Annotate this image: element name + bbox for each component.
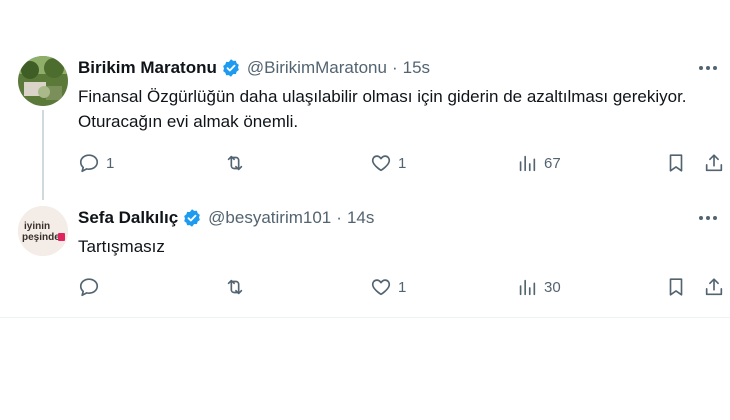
like-count: 1 [398, 278, 407, 296]
timestamp[interactable]: 15s [403, 58, 430, 78]
tweet-actions: 1 1 67 [78, 150, 730, 176]
views-button[interactable]: 67 [516, 150, 561, 176]
like-button[interactable]: 1 [370, 150, 406, 176]
share-button[interactable] [703, 274, 725, 300]
like-icon [371, 155, 391, 172]
tweet-header: Sefa Dalkılıç @besyatirim101 · 14s [78, 207, 374, 229]
retweet-button[interactable] [224, 150, 252, 176]
reply-icon [79, 154, 99, 173]
tweet-text: Tartışmasız [78, 237, 165, 256]
author-handle[interactable]: @besyatirim101 [208, 208, 331, 228]
avatar[interactable] [18, 56, 68, 106]
views-icon [519, 155, 536, 172]
retweet-icon [227, 155, 243, 171]
author-name[interactable]: Birikim Maratonu [78, 58, 217, 78]
reply-count: 1 [106, 154, 115, 172]
timestamp[interactable]: 14s [347, 208, 374, 228]
separator-dot: · [391, 58, 398, 77]
author-handle[interactable]: @BirikimMaratonu [247, 58, 387, 78]
retweet-icon [227, 279, 243, 295]
tweet[interactable]: Birikim Maratonu @BirikimMaratonu · 15s … [0, 0, 730, 200]
reply-icon [79, 278, 99, 297]
bookmark-button[interactable] [665, 150, 687, 176]
views-button[interactable]: 30 [516, 274, 561, 300]
tweet[interactable]: iyinin peşinde Sefa Dalkılıç @besyatirim… [0, 190, 730, 318]
share-icon [705, 278, 723, 296]
brand-avatar-icon: iyinin peşinde [18, 206, 68, 256]
tweet-text: Finansal Özgürlüğün daha ulaşılabilir ol… [78, 87, 687, 131]
tweet-header: Birikim Maratonu @BirikimMaratonu · 15s [78, 57, 430, 79]
svg-text:iyinin: iyinin [24, 221, 50, 232]
author-name[interactable]: Sefa Dalkılıç [78, 208, 178, 228]
bookmark-icon [669, 154, 683, 172]
reply-button[interactable] [78, 274, 106, 300]
retweet-button[interactable] [224, 274, 252, 300]
reply-button[interactable]: 1 [78, 150, 114, 176]
more-options-button[interactable] [696, 207, 720, 229]
more-icon [699, 216, 717, 220]
svg-text:peşinde: peşinde [22, 232, 60, 243]
like-icon [371, 279, 391, 296]
views-count: 67 [544, 154, 561, 172]
separator-dot: · [336, 208, 342, 227]
thread-line [42, 110, 44, 200]
bookmark-icon [669, 278, 683, 296]
more-options-button[interactable] [696, 57, 720, 79]
verified-badge-icon [184, 209, 201, 227]
like-button[interactable]: 1 [370, 274, 406, 300]
tweet-actions: 1 30 [78, 274, 730, 300]
views-count: 30 [544, 278, 561, 296]
share-button[interactable] [703, 150, 725, 176]
more-icon [699, 66, 717, 70]
verified-badge-icon [223, 59, 239, 77]
share-icon [705, 154, 723, 172]
bookmark-button[interactable] [665, 274, 687, 300]
like-count: 1 [398, 154, 407, 172]
avatar[interactable]: iyinin peşinde [18, 206, 68, 256]
landscape-avatar-icon [18, 56, 68, 106]
views-icon [519, 279, 536, 296]
